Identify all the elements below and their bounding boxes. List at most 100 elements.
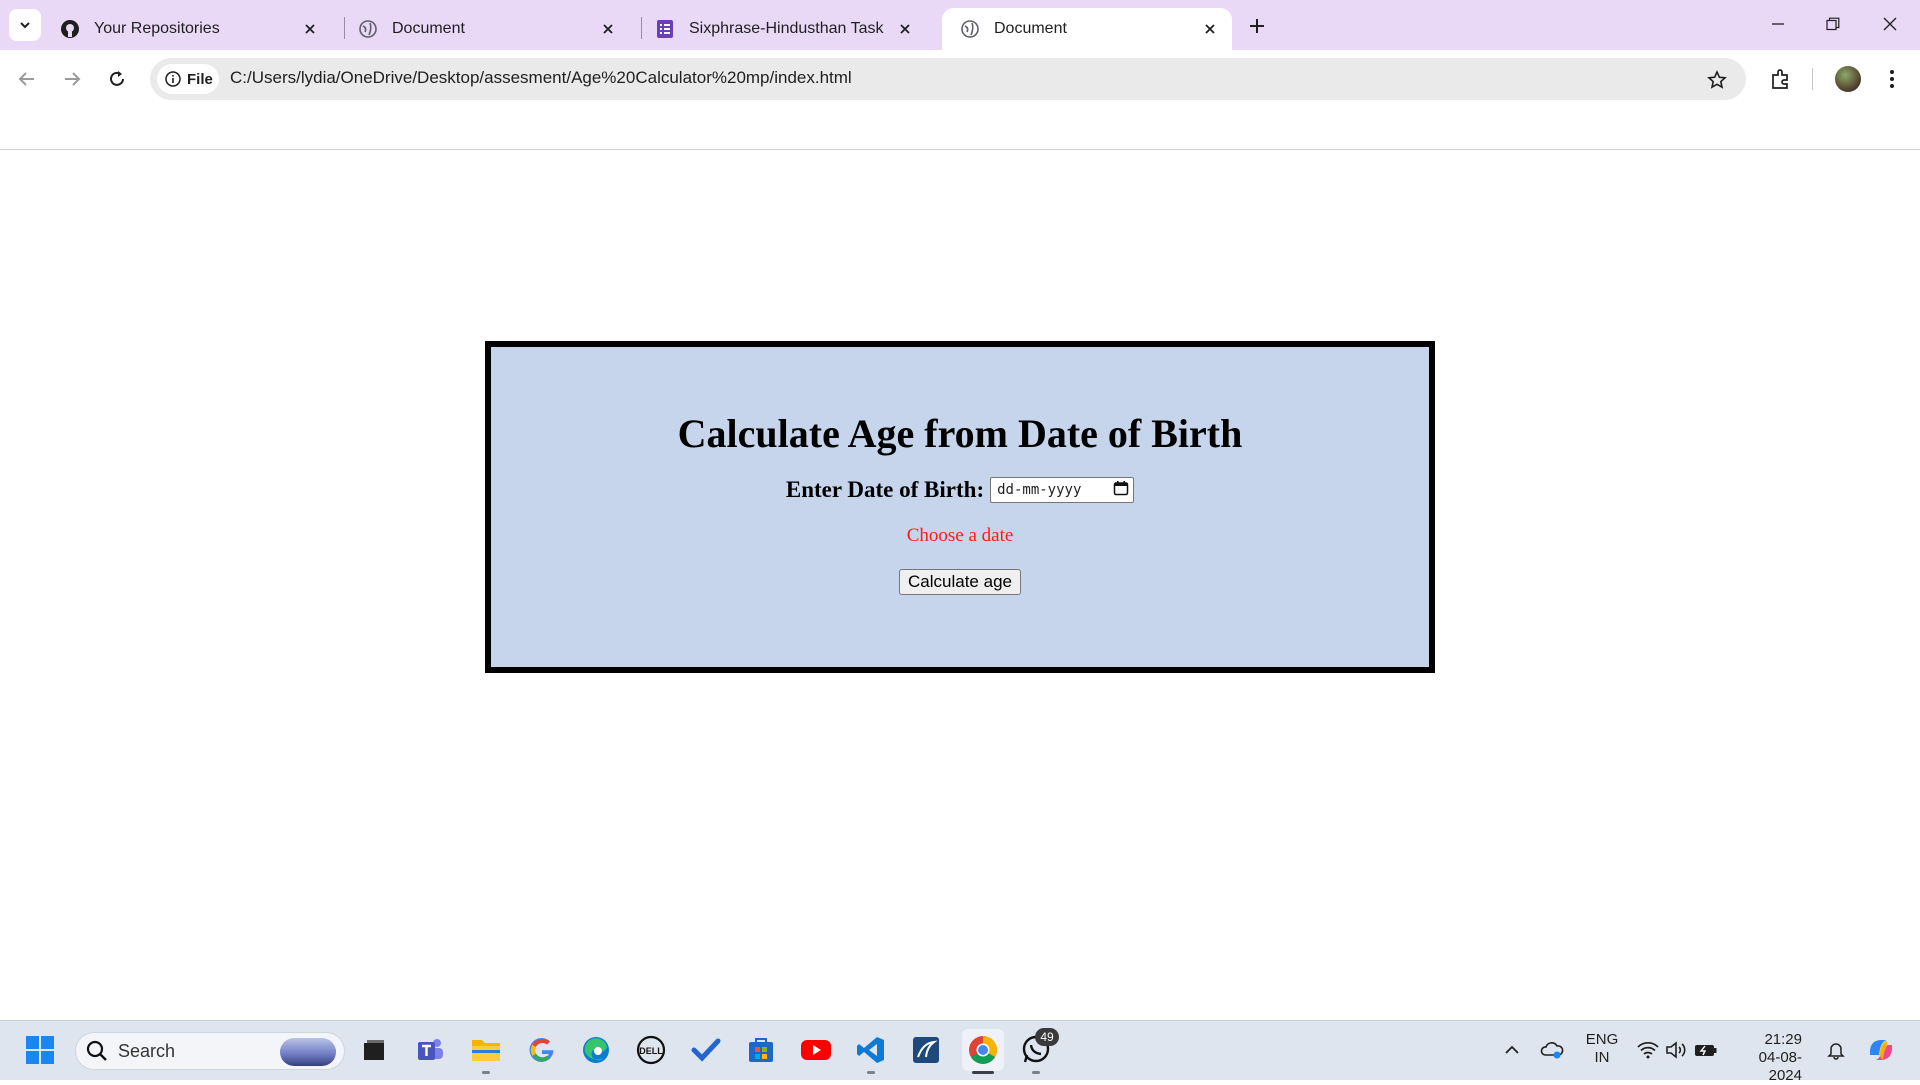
github-icon	[60, 19, 80, 39]
start-button[interactable]	[22, 1032, 58, 1068]
globe-icon	[358, 19, 378, 39]
youtube-app[interactable]	[798, 1032, 834, 1068]
page-viewport: Calculate Age from Date of Birth Enter D…	[0, 151, 1920, 1020]
cloud-sync-icon	[1540, 1042, 1564, 1059]
search-icon	[86, 1040, 107, 1061]
database-tool-icon	[913, 1037, 939, 1063]
puzzle-icon	[1772, 69, 1788, 89]
task-view-button[interactable]	[356, 1032, 392, 1068]
url-text[interactable]: C:/Users/lydia/OneDrive/Desktop/assesmen…	[230, 68, 852, 88]
battery-charging-icon	[1695, 1045, 1717, 1056]
dob-row: Enter Date of Birth: dd-mm-yyyy	[491, 477, 1429, 503]
close-window-button[interactable]	[1870, 6, 1910, 42]
google-icon	[529, 1037, 554, 1062]
youtube-icon	[801, 1040, 831, 1060]
bookmark-star-button[interactable]	[1703, 66, 1731, 94]
dob-date-input[interactable]: dd-mm-yyyy	[990, 477, 1135, 503]
minimize-icon	[1772, 23, 1784, 25]
tab-title: Sixphrase-Hindusthan Task	[689, 20, 884, 37]
clock-time: 21:29	[1764, 1031, 1802, 1048]
file-explorer-app[interactable]	[468, 1032, 504, 1068]
restore-icon	[1826, 17, 1840, 31]
close-icon[interactable]	[893, 17, 917, 41]
tab-document-active[interactable]: Document	[942, 8, 1232, 50]
store-app[interactable]	[743, 1032, 779, 1068]
task-view-icon	[364, 1040, 384, 1060]
battery-tray[interactable]	[1694, 1038, 1718, 1062]
store-icon	[749, 1038, 773, 1062]
bell-icon	[1827, 1043, 1845, 1060]
forward-button[interactable]	[55, 62, 89, 96]
dell-app[interactable]: DELL	[633, 1032, 669, 1068]
tab-title: Document	[392, 20, 465, 37]
arrow-left-icon	[18, 72, 34, 86]
calendar-icon[interactable]	[1113, 480, 1129, 500]
windows-icon	[26, 1036, 54, 1064]
copilot-button[interactable]	[1866, 1035, 1896, 1065]
taskbar-search[interactable]: Search	[75, 1032, 345, 1070]
notifications-button[interactable]	[1824, 1038, 1848, 1062]
wifi-icon	[1637, 1041, 1659, 1059]
close-icon[interactable]	[298, 17, 322, 41]
close-icon[interactable]	[1198, 17, 1222, 41]
profile-avatar[interactable]	[1835, 66, 1861, 92]
teams-app[interactable]	[412, 1032, 448, 1068]
search-highlight-image	[280, 1038, 336, 1066]
arrow-right-icon	[65, 72, 81, 86]
close-icon[interactable]	[596, 17, 620, 41]
chrome-app[interactable]	[962, 1029, 1004, 1071]
reload-icon	[110, 71, 124, 86]
language-indicator[interactable]: ENG IN	[1582, 1031, 1622, 1067]
notification-badge: 49	[1035, 1028, 1059, 1046]
running-indicator	[867, 1071, 875, 1074]
svg-text:DELL: DELL	[639, 1046, 663, 1056]
google-app[interactable]	[524, 1032, 560, 1068]
extensions-button[interactable]	[1766, 64, 1796, 94]
restore-button[interactable]	[1813, 6, 1853, 42]
tab-title: Document	[994, 20, 1067, 37]
todo-app[interactable]	[688, 1032, 724, 1068]
active-indicator	[972, 1071, 994, 1074]
star-icon	[1707, 70, 1727, 89]
forms-icon	[655, 19, 675, 39]
chevron-down-icon	[20, 22, 30, 29]
info-icon	[165, 71, 181, 87]
language-line-2: IN	[1594, 1049, 1610, 1066]
browser-menu-button[interactable]	[1880, 64, 1904, 94]
tab-document-1[interactable]: Document	[340, 8, 630, 50]
reload-button[interactable]	[100, 62, 134, 96]
calculate-age-button[interactable]: Calculate age	[899, 569, 1021, 595]
onedrive-tray[interactable]	[1540, 1038, 1564, 1062]
teams-icon	[418, 1039, 443, 1060]
tab-your-repositories[interactable]: Your Repositories	[42, 8, 332, 50]
tab-sixphrase-task[interactable]: Sixphrase-Hindusthan Task	[637, 8, 927, 50]
plus-icon	[1250, 19, 1264, 33]
language-line-1: ENG	[1585, 1031, 1619, 1048]
new-tab-button[interactable]	[1243, 12, 1271, 40]
clock[interactable]: 21:29 04-08-2024	[1732, 1031, 1802, 1085]
tab-title: Your Repositories	[94, 20, 220, 37]
site-info-label: File	[187, 70, 213, 88]
wifi-tray[interactable]	[1636, 1038, 1660, 1062]
site-info-chip[interactable]: File	[157, 64, 219, 94]
minimize-button[interactable]	[1758, 6, 1798, 42]
edge-icon	[583, 1037, 609, 1063]
toolbar-separator	[1812, 68, 1813, 90]
date-placeholder: dd-mm-yyyy	[997, 482, 1082, 498]
edge-app[interactable]	[578, 1032, 614, 1068]
error-message: Choose a date	[906, 525, 1014, 546]
volume-tray[interactable]	[1664, 1038, 1688, 1062]
bookmarks-bar	[0, 108, 1920, 150]
search-label: Search	[118, 1040, 176, 1061]
vscode-icon	[857, 1037, 884, 1063]
page-heading: Calculate Age from Date of Birth	[677, 411, 1243, 456]
tab-search-button[interactable]	[9, 9, 41, 41]
close-icon	[1883, 17, 1897, 31]
back-button[interactable]	[10, 62, 44, 96]
show-hidden-icons-button[interactable]	[1500, 1038, 1524, 1062]
vscode-app[interactable]	[853, 1032, 889, 1068]
dell-icon: DELL	[636, 1035, 666, 1065]
more-vert-icon	[1890, 70, 1894, 88]
sql-app[interactable]	[908, 1032, 944, 1068]
chrome-icon	[969, 1036, 997, 1064]
